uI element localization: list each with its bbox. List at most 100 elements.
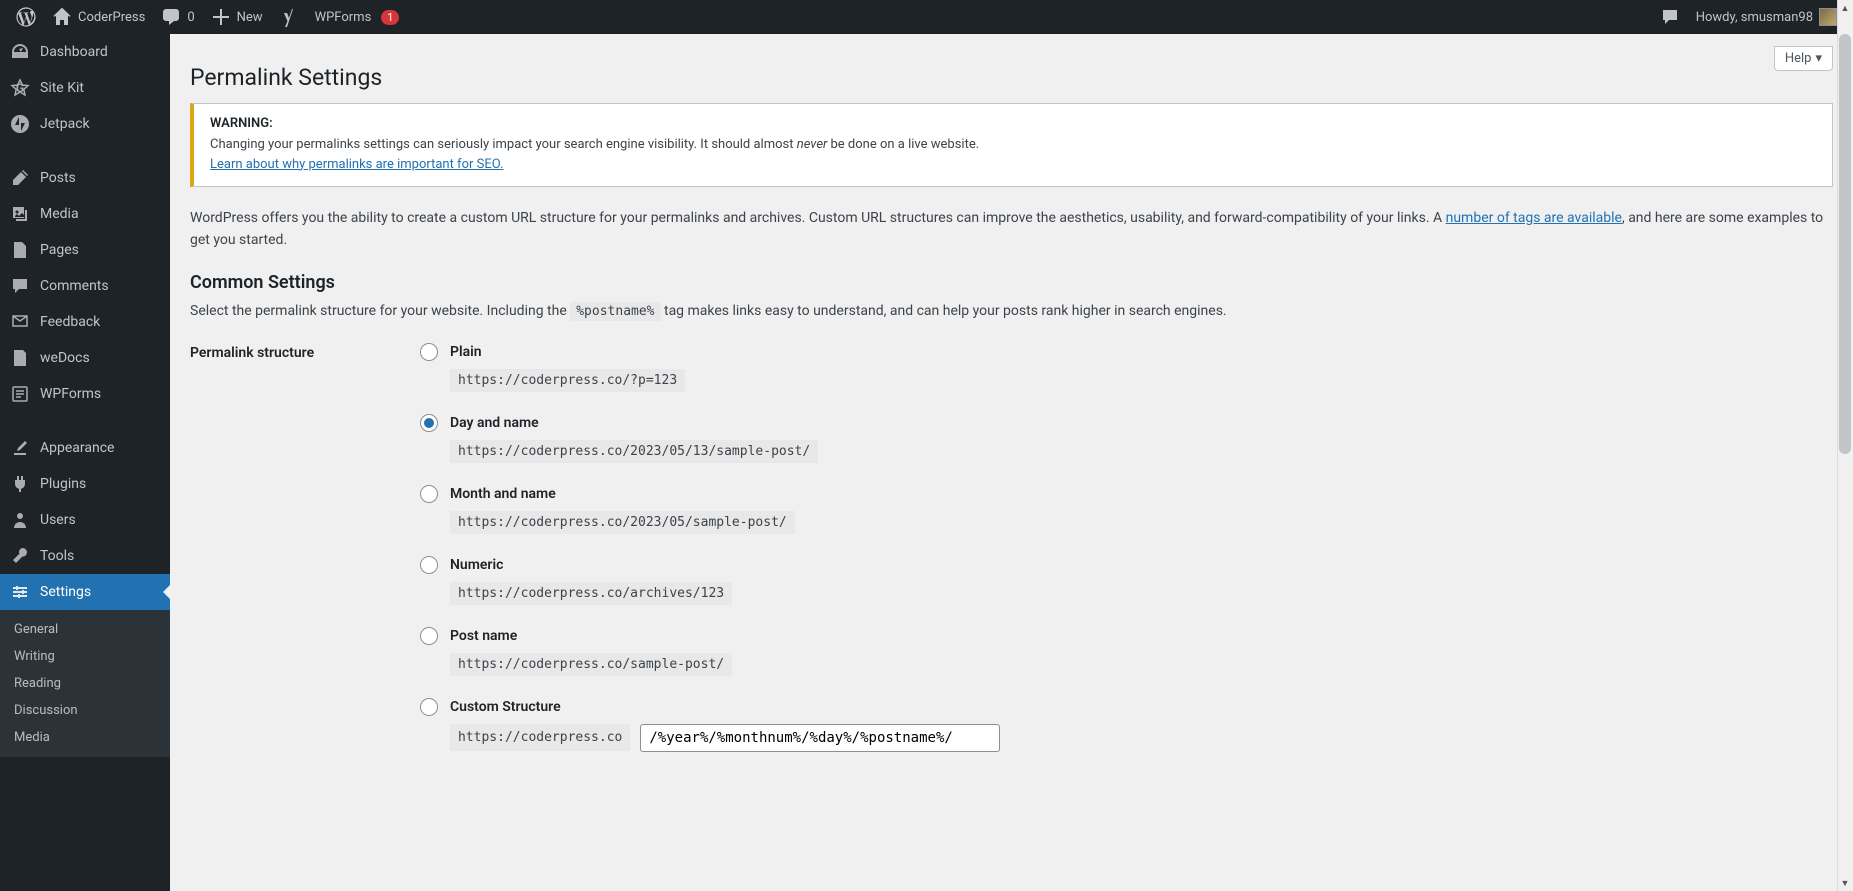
sidebar-item-pages[interactable]: Pages: [0, 232, 170, 268]
new-content-menu[interactable]: New: [203, 0, 271, 34]
common-settings-heading: Common Settings: [190, 272, 1833, 293]
notice-heading: WARNING:: [210, 116, 1816, 131]
help-label: Help: [1785, 51, 1812, 66]
plus-icon: [211, 7, 231, 27]
sidebar-item-plugins[interactable]: Plugins: [0, 466, 170, 502]
yoast-menu[interactable]: [271, 0, 307, 34]
settings-icon: [10, 582, 30, 602]
sidebar-item-comments[interactable]: Comments: [0, 268, 170, 304]
radio-label[interactable]: Plain: [450, 344, 482, 360]
sidebar-item-settings[interactable]: Settings: [0, 574, 170, 610]
dashboard-icon: [10, 42, 30, 62]
desc-post: tag makes links easy to understand, and …: [661, 303, 1227, 319]
custom-structure-input[interactable]: [640, 724, 1000, 752]
example-url: https://coderpress.co/sample-post/: [450, 653, 732, 676]
page-title: Permalink Settings: [190, 44, 1833, 103]
intro-description: WordPress offers you the ability to crea…: [190, 207, 1833, 252]
sidebar-item-jetpack[interactable]: Jetpack: [0, 106, 170, 142]
wedocs-icon: [10, 348, 30, 368]
comments-menu[interactable]: 0: [153, 0, 202, 34]
radio-plain[interactable]: [420, 343, 438, 361]
scroll-down-arrow[interactable]: ▼: [1839, 877, 1851, 889]
comment-icon: [161, 7, 181, 27]
my-account-menu[interactable]: Howdy, smusman98: [1688, 0, 1845, 34]
sidebar-item-label: Appearance: [40, 440, 114, 456]
media-icon: [10, 204, 30, 224]
wpforms-badge: 1: [381, 10, 399, 25]
pages-icon: [10, 240, 30, 260]
avatar: [1819, 8, 1837, 26]
warning-notice: WARNING: Changing your permalinks settin…: [190, 103, 1833, 187]
sidebar-item-label: Media: [40, 206, 79, 222]
common-settings-desc: Select the permalink structure for your …: [190, 303, 1833, 319]
radio-post-name[interactable]: [420, 627, 438, 645]
notice-seo-link[interactable]: Learn about why permalinks are important…: [210, 157, 503, 172]
jetpack-icon: [10, 114, 30, 134]
sidebar-item-label: Users: [40, 512, 76, 528]
sidebar-item-label: Tools: [40, 548, 74, 564]
feedback-icon: [10, 312, 30, 332]
page-scrollbar[interactable]: ▲ ▼: [1837, 0, 1853, 891]
help-tab[interactable]: Help ▾: [1774, 46, 1833, 71]
scrollbar-thumb[interactable]: [1839, 34, 1851, 454]
wpforms-icon: [10, 384, 30, 404]
sidebar-item-label: weDocs: [40, 350, 90, 366]
site-name-menu[interactable]: CoderPress: [44, 0, 153, 34]
submenu-item-writing[interactable]: Writing: [0, 643, 170, 670]
admin-sidebar: Dashboard GSite Kit Jetpack Posts Media Pages…: [0, 34, 170, 891]
wpforms-label: WPForms: [315, 10, 372, 25]
sidebar-item-label: Dashboard: [40, 44, 108, 60]
sidebar-item-feedback[interactable]: Feedback: [0, 304, 170, 340]
example-url: https://coderpress.co/2023/05/sample-pos…: [450, 511, 795, 534]
sidebar-item-label: Comments: [40, 278, 109, 294]
radio-label[interactable]: Post name: [450, 628, 517, 644]
example-url: https://coderpress.co/2023/05/13/sample-…: [450, 440, 818, 463]
comment-alt-icon: [1660, 7, 1680, 27]
users-icon: [10, 510, 30, 530]
radio-label[interactable]: Custom Structure: [450, 699, 561, 715]
sidebar-item-appearance[interactable]: Appearance: [0, 430, 170, 466]
radio-label[interactable]: Month and name: [450, 486, 556, 502]
appearance-icon: [10, 438, 30, 458]
wpforms-menu[interactable]: WPForms 1: [307, 0, 408, 34]
chevron-down-icon: ▾: [1815, 51, 1822, 66]
svg-text:G: G: [16, 81, 24, 95]
wp-logo-menu[interactable]: [8, 0, 44, 34]
yoast-icon: [279, 7, 299, 27]
tags-available-link[interactable]: number of tags are available: [1446, 210, 1622, 226]
sidebar-item-tools[interactable]: Tools: [0, 538, 170, 574]
submenu-item-discussion[interactable]: Discussion: [0, 697, 170, 724]
radio-month-and-name[interactable]: [420, 485, 438, 503]
sidebar-item-wedocs[interactable]: weDocs: [0, 340, 170, 376]
home-icon: [52, 7, 72, 27]
sidebar-item-label: Jetpack: [40, 116, 90, 132]
custom-base-url: https://coderpress.co: [450, 724, 630, 751]
notice-text-em: never: [797, 137, 828, 152]
notifications-menu[interactable]: [1652, 0, 1688, 34]
plugins-icon: [10, 474, 30, 494]
intro-pre: WordPress offers you the ability to crea…: [190, 210, 1446, 226]
example-url: https://coderpress.co/?p=123: [450, 369, 685, 392]
site-kit-icon: G: [10, 78, 30, 98]
tools-icon: [10, 546, 30, 566]
sidebar-item-media[interactable]: Media: [0, 196, 170, 232]
permalink-structure-label: Permalink structure: [190, 343, 420, 361]
sidebar-item-dashboard[interactable]: Dashboard: [0, 34, 170, 70]
radio-label[interactable]: Day and name: [450, 415, 539, 431]
sidebar-item-wpforms[interactable]: WPForms: [0, 376, 170, 412]
radio-day-and-name[interactable]: [420, 414, 438, 432]
submenu-item-media[interactable]: Media: [0, 724, 170, 751]
scroll-up-arrow[interactable]: ▲: [1839, 2, 1851, 14]
main-content: Help ▾ Permalink Settings WARNING: Chang…: [170, 34, 1853, 891]
submenu-item-general[interactable]: General: [0, 616, 170, 643]
sidebar-item-site-kit[interactable]: GSite Kit: [0, 70, 170, 106]
posts-icon: [10, 168, 30, 188]
sidebar-item-posts[interactable]: Posts: [0, 160, 170, 196]
radio-numeric[interactable]: [420, 556, 438, 574]
wordpress-icon: [16, 7, 36, 27]
radio-label[interactable]: Numeric: [450, 557, 503, 573]
sidebar-item-label: Settings: [40, 584, 91, 600]
sidebar-item-users[interactable]: Users: [0, 502, 170, 538]
radio-custom-structure[interactable]: [420, 698, 438, 716]
submenu-item-reading[interactable]: Reading: [0, 670, 170, 697]
